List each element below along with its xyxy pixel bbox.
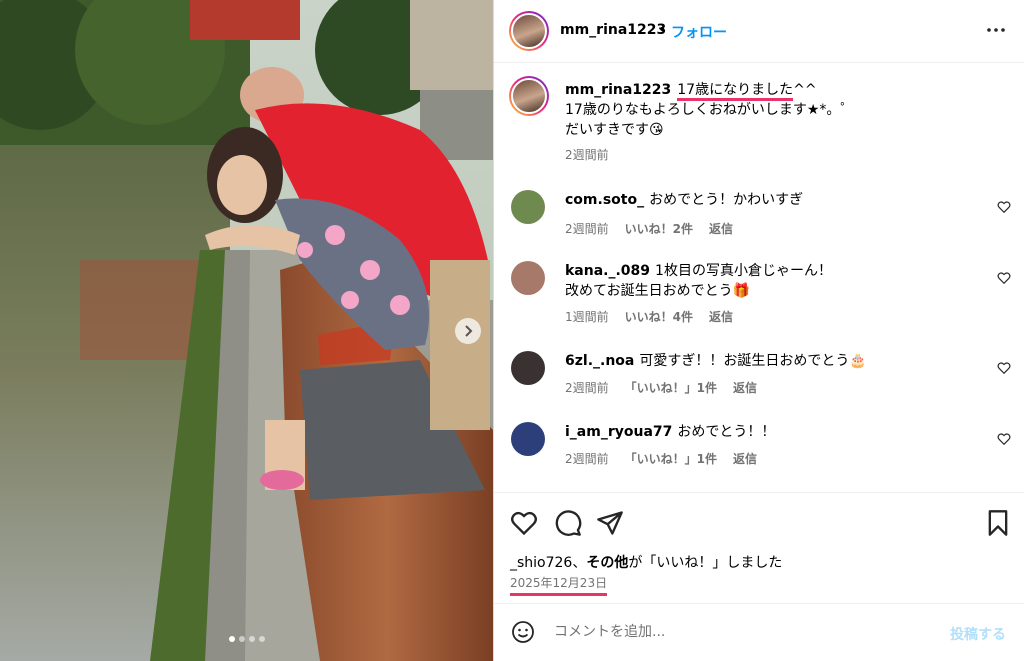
emoji-icon[interactable] [511, 620, 535, 644]
author-username[interactable]: mm_rina1223 [560, 22, 666, 38]
commenter-username[interactable]: i_am_ryoua77 [565, 424, 672, 440]
carousel-dot-active [228, 636, 235, 642]
reply-button[interactable]: 返信 [709, 220, 733, 237]
carousel-dot [248, 636, 255, 642]
commenter-avatar[interactable] [511, 351, 545, 385]
next-slide-button[interactable] [455, 318, 481, 344]
caption-line2: 17歳のりなもよろしくおねがいします★*。゜ [565, 102, 855, 118]
separator-dot: • [658, 22, 667, 38]
comment-meta: 1週間前 いいね！4件 返信 [565, 308, 733, 325]
author-avatar[interactable] [509, 11, 549, 51]
post-header: mm_rina1223 • フォロー [494, 0, 1024, 63]
heart-icon[interactable] [997, 200, 1011, 214]
chevron-right-icon [465, 325, 473, 337]
comment-time: 1週間前 [565, 310, 609, 324]
heart-icon[interactable] [510, 509, 538, 537]
commenter-avatar[interactable] [511, 190, 545, 224]
comment-text: i_am_ryoua77 おめでとう！！ [565, 423, 965, 441]
likes-suffix: が「いいね！」しました [628, 555, 783, 571]
comment-meta: 2週間前 「いいね！」1件 返信 [565, 450, 757, 467]
comment-body: おめでとう！かわいすぎ [649, 192, 804, 208]
caption-highlight: 17歳になりました [677, 82, 794, 101]
comment-body-line2: 改めてお誕生日おめでとう🎁 [565, 283, 751, 299]
reply-button[interactable]: 返信 [733, 450, 757, 467]
comment-likes[interactable]: 「いいね！」1件 [625, 450, 717, 467]
comment-text: com.soto_ おめでとう！かわいすぎ [565, 191, 965, 209]
caption-line3: だいすきです😘 [565, 122, 664, 138]
heart-icon[interactable] [997, 432, 1011, 446]
comment-body: おめでとう！！ [677, 424, 776, 440]
comment-text: 6zl._.noa 可愛すぎ！！お誕生日おめでとう🎂 [565, 352, 965, 370]
post-comment-button[interactable]: 投稿する [950, 624, 1006, 644]
post-side-panel: mm_rina1223 • フォロー mm_rina1223 17歳になりました^… [493, 0, 1024, 661]
caption-avatar[interactable] [509, 76, 549, 116]
comment: com.soto_ おめでとう！かわいすぎ 2週間前 いいね！2件 返信 [494, 188, 1024, 248]
photo-scene [0, 0, 493, 661]
carousel-dot [258, 636, 265, 642]
heart-icon[interactable] [997, 361, 1011, 375]
share-icon[interactable] [596, 509, 624, 537]
comment-time: 2週間前 [565, 452, 609, 466]
comment-body: 1枚目の写真小倉じゃーん！ [655, 263, 832, 279]
commenter-username[interactable]: kana._.089 [565, 263, 650, 279]
caption-username[interactable]: mm_rina1223 [565, 82, 671, 98]
commenter-avatar[interactable] [511, 422, 545, 456]
reply-button[interactable]: 返信 [709, 308, 733, 325]
comment: i_am_ryoua77 おめでとう！！ 2週間前 「いいね！」1件 返信 [494, 420, 1024, 480]
comment-input[interactable] [554, 616, 934, 648]
comment-time: 2週間前 [565, 381, 609, 395]
carousel-indicator [0, 636, 493, 642]
commenter-username[interactable]: 6zl._.noa [565, 353, 634, 369]
likes-user[interactable]: _shio726 [510, 555, 572, 571]
comment-text: kana._.089 1枚目の写真小倉じゃーん！ 改めてお誕生日おめでとう🎁 [565, 262, 965, 300]
commenter-username[interactable]: com.soto_ [565, 192, 644, 208]
heart-icon[interactable] [997, 271, 1011, 285]
comment: kana._.089 1枚目の写真小倉じゃーん！ 改めてお誕生日おめでとう🎁 1週… [494, 259, 1024, 329]
bookmark-icon[interactable] [984, 509, 1012, 537]
comment-likes[interactable]: いいね！2件 [625, 220, 693, 237]
comment-body: 可愛すぎ！！お誕生日おめでとう🎂 [639, 353, 867, 369]
comment-composer: 投稿する [494, 603, 1024, 661]
commenter-avatar[interactable] [511, 261, 545, 295]
comment-likes[interactable]: いいね！4件 [625, 308, 693, 325]
caption-text: mm_rina1223 17歳になりました^^ 17歳のりなもよろしくおねがいしま… [565, 80, 1005, 140]
reply-button[interactable]: 返信 [733, 379, 757, 396]
likes-others[interactable]: その他 [586, 555, 628, 571]
comment-time: 2週間前 [565, 222, 609, 236]
likes-summary[interactable]: _shio726、その他が「いいね！」しました [510, 552, 782, 572]
follow-button[interactable]: フォロー [671, 22, 727, 42]
comment-meta: 2週間前 いいね！2件 返信 [565, 220, 733, 237]
more-horizontal-icon[interactable] [984, 18, 1008, 42]
comment: 6zl._.noa 可愛すぎ！！お誕生日おめでとう🎂 2週間前 「いいね！」1件 … [494, 349, 1024, 409]
post-date: 2025年12月23日 [510, 574, 608, 596]
carousel-dot [238, 636, 245, 642]
caption-line1-rest: ^^ [793, 82, 817, 98]
post-photo[interactable] [0, 0, 493, 661]
likes-sep: 、 [572, 555, 587, 571]
comment-meta: 2週間前 「いいね！」1件 返信 [565, 379, 757, 396]
comment-likes[interactable]: 「いいね！」1件 [625, 379, 717, 396]
caption-timestamp: 2週間前 [565, 148, 609, 162]
action-bar [494, 492, 1024, 552]
comment-icon[interactable] [554, 509, 582, 537]
